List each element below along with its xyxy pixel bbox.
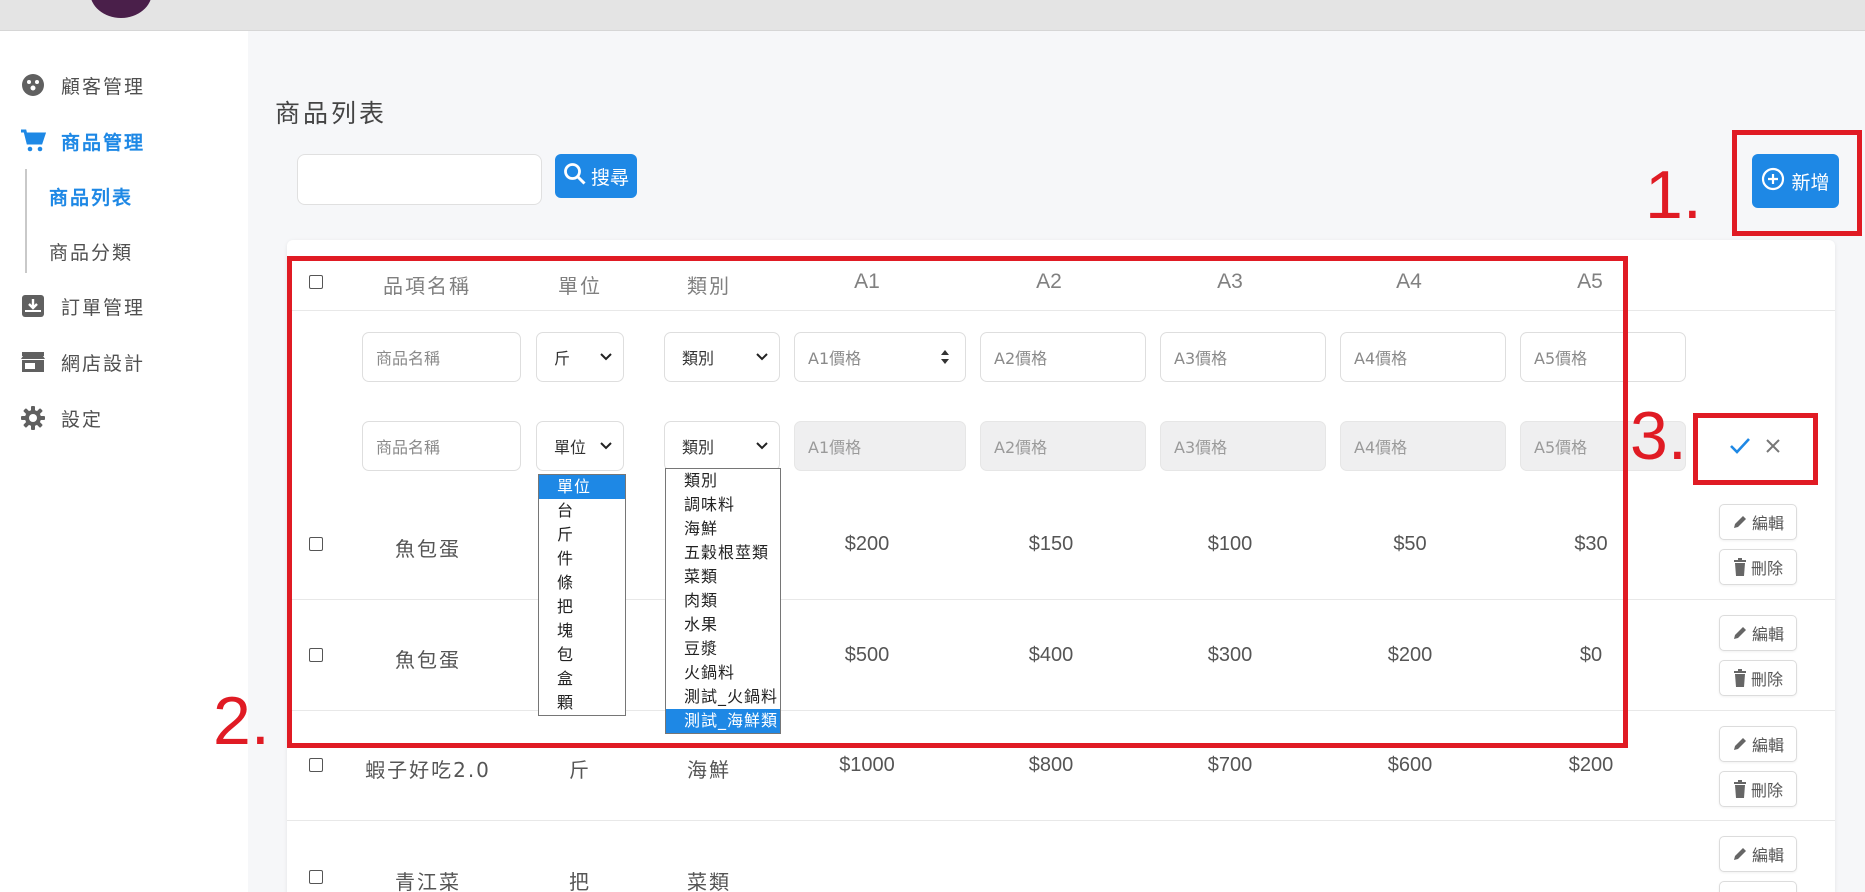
- edit-button-label: 編輯: [1751, 846, 1784, 865]
- annotation-label-2: 2.: [213, 683, 270, 759]
- sidebar-item-settings[interactable]: 設定: [20, 402, 103, 434]
- delete-button[interactable]: 刪除: [1719, 549, 1797, 585]
- annotation-box-1: [1732, 130, 1862, 236]
- row-price-a2: $800: [1028, 754, 1074, 776]
- search-button[interactable]: 搜尋: [555, 154, 637, 198]
- row-name: 蝦子好吃2.0: [365, 758, 491, 782]
- delete-button-label: 刪除: [1750, 670, 1783, 689]
- sidebar: [0, 31, 248, 892]
- annotation-box-2: [287, 256, 1628, 748]
- store-icon: [20, 349, 46, 375]
- row-price-a5: $200: [1568, 754, 1614, 776]
- submenu-divider: [25, 169, 27, 273]
- delete-button-label: 刪除: [1750, 781, 1783, 800]
- row-category: 海鮮: [687, 758, 731, 782]
- edit-button-label: 編輯: [1751, 625, 1784, 644]
- top-bar: [0, 0, 1865, 31]
- search-button-label: 搜尋: [590, 166, 629, 189]
- edit-button[interactable]: 編輯: [1719, 504, 1797, 540]
- row-checkbox[interactable]: [309, 758, 323, 772]
- annotation-label-1: 1.: [1645, 157, 1702, 233]
- trash-icon: [1733, 669, 1746, 687]
- sidebar-subitem-product-list[interactable]: 商品列表: [49, 183, 133, 210]
- pencil-icon: [1733, 738, 1746, 750]
- trash-icon: [1733, 558, 1746, 576]
- sidebar-item-customers[interactable]: 顧客管理: [20, 69, 145, 101]
- customer-icon: [20, 72, 46, 98]
- delete-button[interactable]: 刪除: [1719, 771, 1797, 807]
- sidebar-item-label: 網店設計: [61, 352, 146, 375]
- sidebar-item-label: 商品管理: [61, 131, 146, 154]
- trash-icon: [1733, 780, 1746, 798]
- sidebar-subitem-product-category[interactable]: 商品分類: [49, 238, 133, 265]
- pencil-icon: [1733, 848, 1746, 860]
- sidebar-item-label: 訂單管理: [61, 296, 146, 319]
- delete-button-label: 刪除: [1750, 559, 1783, 578]
- row-price-a3: $700: [1207, 754, 1253, 776]
- search-input[interactable]: [297, 154, 542, 205]
- edit-button[interactable]: 編輯: [1719, 726, 1797, 762]
- page-title: 商品列表: [275, 99, 388, 128]
- order-icon: [20, 293, 46, 319]
- edit-button-label: 編輯: [1751, 736, 1784, 755]
- row-unit: 斤: [569, 758, 591, 782]
- pencil-icon: [1733, 627, 1746, 639]
- delete-button[interactable]: 刪除: [1719, 660, 1797, 696]
- gear-icon: [20, 405, 46, 431]
- delete-button[interactable]: [1719, 881, 1797, 892]
- search-icon: [563, 162, 587, 191]
- sidebar-item-store-design[interactable]: 網店設計: [20, 346, 145, 378]
- edit-button[interactable]: 編輯: [1719, 836, 1797, 872]
- row-unit: 把: [569, 870, 591, 892]
- pencil-icon: [1733, 516, 1746, 528]
- cart-icon: [20, 128, 46, 154]
- sidebar-item-label: 設定: [61, 408, 104, 431]
- row-price-a1: $1000: [839, 754, 895, 776]
- annotation-label-3: 3.: [1630, 398, 1687, 474]
- annotation-box-3: [1693, 413, 1818, 485]
- row-checkbox[interactable]: [309, 870, 323, 884]
- row-category: 菜類: [687, 870, 731, 892]
- edit-button[interactable]: 編輯: [1719, 615, 1797, 651]
- row-price-a4: $600: [1387, 754, 1433, 776]
- row-divider: [287, 820, 1835, 821]
- sidebar-item-orders[interactable]: 訂單管理: [20, 290, 145, 322]
- row-name: 青江菜: [395, 870, 461, 892]
- sidebar-item-products[interactable]: 商品管理: [20, 125, 145, 157]
- sidebar-item-label: 顧客管理: [61, 75, 146, 98]
- edit-button-label: 編輯: [1751, 514, 1784, 533]
